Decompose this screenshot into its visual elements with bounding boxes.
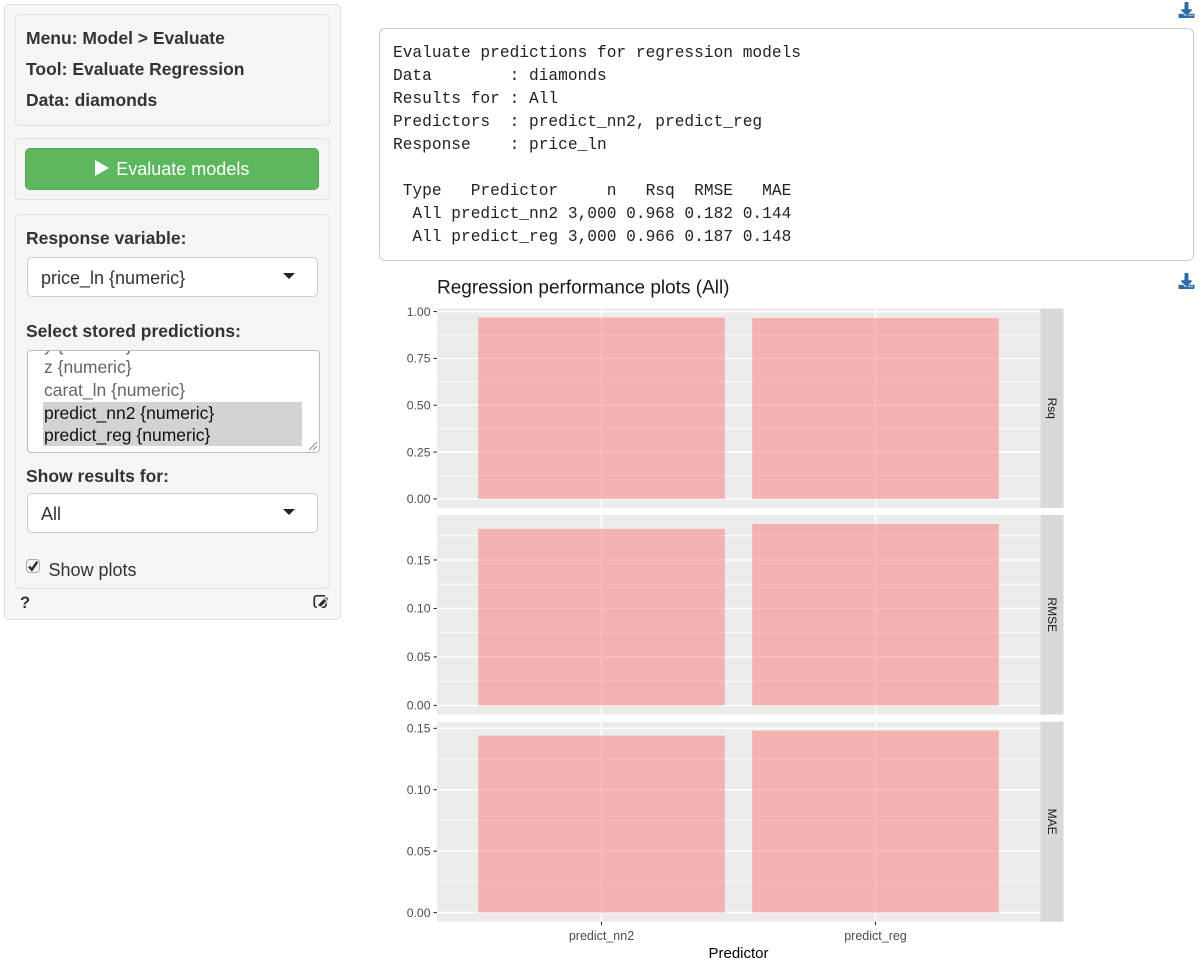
svg-text:0.05: 0.05 <box>407 844 431 858</box>
svg-text:Rsq: Rsq <box>1045 398 1059 419</box>
svg-text:RMSE: RMSE <box>1045 597 1059 632</box>
svg-text:0.00: 0.00 <box>407 906 431 920</box>
svg-text:0.10: 0.10 <box>407 783 431 797</box>
svg-text:0.15: 0.15 <box>407 553 431 567</box>
svg-text:0.75: 0.75 <box>407 352 431 366</box>
svg-text:MAE: MAE <box>1045 809 1059 835</box>
svg-text:0.05: 0.05 <box>407 650 431 664</box>
svg-text:Predictor: Predictor <box>708 945 768 962</box>
svg-text:Regression performance plots (: Regression performance plots (All) <box>437 278 730 299</box>
svg-text:predict_nn2: predict_nn2 <box>569 929 634 943</box>
svg-text:0.25: 0.25 <box>407 445 431 459</box>
svg-text:predict_reg: predict_reg <box>844 929 907 943</box>
svg-text:1.00: 1.00 <box>407 305 431 319</box>
svg-text:0.50: 0.50 <box>407 399 431 413</box>
svg-text:0.00: 0.00 <box>407 699 431 713</box>
svg-text:0.15: 0.15 <box>407 722 431 736</box>
svg-text:0.10: 0.10 <box>407 602 431 616</box>
svg-text:0.00: 0.00 <box>407 492 431 506</box>
